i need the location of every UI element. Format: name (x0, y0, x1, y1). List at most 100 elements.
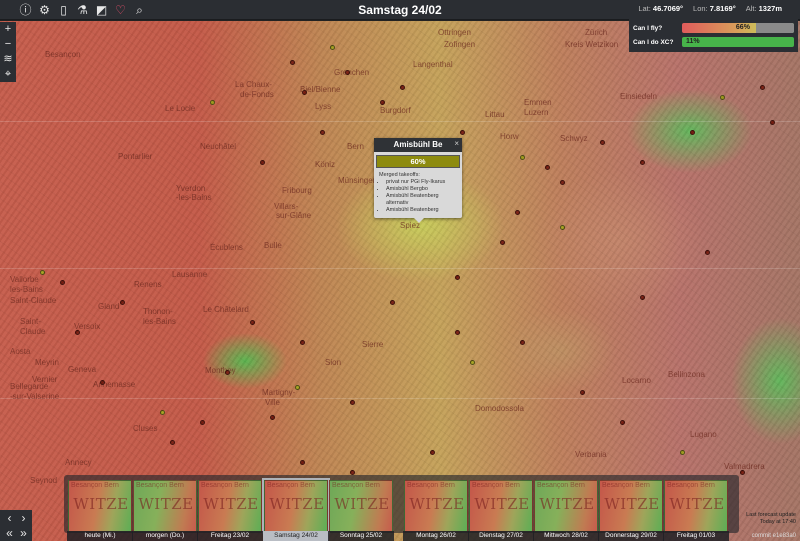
day-label[interactable]: morgen (Do.) (132, 531, 198, 541)
map-place-label: Cluses (133, 424, 158, 433)
day-thumbnail[interactable]: Besançon Bern WITZE (133, 480, 197, 532)
day-thumbnail[interactable]: Besançon Bern WITZE (469, 480, 533, 532)
takeoff-marker[interactable] (620, 420, 625, 425)
takeoff-marker[interactable] (760, 85, 765, 90)
takeoff-marker[interactable] (580, 390, 585, 395)
takeoff-marker[interactable] (260, 160, 265, 165)
map-place-label: Lyss (315, 102, 332, 111)
close-icon[interactable]: × (454, 139, 459, 148)
takeoff-marker[interactable] (345, 70, 350, 75)
takeoff-marker[interactable] (690, 130, 695, 135)
takeoff-marker[interactable] (40, 270, 45, 275)
chevron-right-icon[interactable]: › (16, 510, 31, 525)
takeoff-marker[interactable] (210, 100, 215, 105)
day-thumbnail[interactable]: Besançon Bern WITZE (262, 478, 330, 534)
map-place-label: La Chaux- (235, 80, 272, 89)
takeoff-marker[interactable] (470, 360, 475, 365)
takeoff-marker[interactable] (290, 60, 295, 65)
day-label[interactable]: Freitag 01/03 (663, 531, 729, 541)
day-thumbnail[interactable]: Besançon Bern WITZE (664, 480, 728, 532)
takeoff-marker[interactable] (520, 155, 525, 160)
takeoff-marker[interactable] (330, 45, 335, 50)
takeoff-marker[interactable] (320, 130, 325, 135)
map-place-label: Littau (485, 110, 505, 119)
zoom-in-icon[interactable]: + (1, 23, 15, 36)
takeoff-marker[interactable] (225, 370, 230, 375)
takeoff-marker[interactable] (560, 180, 565, 185)
takeoff-marker[interactable] (100, 380, 105, 385)
day-label[interactable]: Montag 26/02 (403, 531, 469, 541)
day-thumbnail[interactable]: Besançon Bern WITZE (68, 480, 132, 532)
takeoff-marker[interactable] (705, 250, 710, 255)
takeoff-marker[interactable] (75, 330, 80, 335)
takeoff-marker[interactable] (515, 210, 520, 215)
layers-icon[interactable]: ≋ (1, 53, 15, 66)
takeoff-marker[interactable] (400, 85, 405, 90)
takeoff-marker[interactable] (720, 95, 725, 100)
takeoff-marker[interactable] (600, 140, 605, 145)
takeoff-marker[interactable] (680, 450, 685, 455)
takeoff-marker[interactable] (302, 90, 307, 95)
day-label[interactable]: Mittwoch 28/02 (533, 531, 599, 541)
map-place-label: Langenthal (413, 60, 453, 69)
day-label[interactable]: Donnerstag 29/02 (598, 531, 664, 541)
takeoff-marker[interactable] (430, 450, 435, 455)
popup-pointer (414, 218, 424, 223)
day-label[interactable]: Freitag 23/02 (197, 531, 263, 541)
double-chevron-right-icon[interactable]: » (16, 525, 31, 540)
day-label[interactable]: Samstag 24/02 (263, 531, 329, 541)
takeoff-marker[interactable] (300, 340, 305, 345)
flask-icon[interactable]: ⚗ (75, 2, 90, 17)
takeoff-marker[interactable] (350, 400, 355, 405)
info-icon[interactable]: ⓘ (18, 2, 33, 17)
takeoff-marker[interactable] (500, 240, 505, 245)
day-label[interactable]: Sonntag 25/02 (328, 531, 394, 541)
takeoff-marker[interactable] (250, 320, 255, 325)
map-place-label: Ville (265, 398, 280, 407)
takeoff-marker[interactable] (560, 225, 565, 230)
thumbnail-watermark: WITZE (73, 495, 129, 513)
takeoff-marker[interactable] (455, 330, 460, 335)
chevron-left-icon[interactable]: ‹ (2, 510, 17, 525)
day-thumbnail[interactable]: Besançon Bern WITZE (329, 480, 393, 532)
search-icon[interactable]: ⌕ (132, 2, 147, 17)
thumbnail-map-text: Besançon Bern (407, 482, 455, 489)
takeoff-marker[interactable] (170, 440, 175, 445)
altitude: Alt: 1327m (746, 4, 782, 13)
day-label[interactable]: Dienstag 27/02 (468, 531, 534, 541)
rss-icon[interactable]: ◩ (94, 2, 109, 17)
takeoff-marker[interactable] (270, 415, 275, 420)
forecast-map[interactable]: Besançon Ottringen Zofingen Zürich Kreis Wet… (0, 21, 800, 541)
phone-icon[interactable]: ▯ (56, 2, 71, 17)
heart-icon[interactable]: ♡ (113, 2, 128, 17)
takeoff-marker[interactable] (640, 295, 645, 300)
takeoff-marker[interactable] (390, 300, 395, 305)
takeoff-marker[interactable] (455, 275, 460, 280)
map-place-label: Valmadrera (724, 462, 765, 471)
day-thumbnail[interactable]: Besançon Bern WITZE (198, 480, 262, 532)
takeoff-marker[interactable] (120, 300, 125, 305)
takeoff-marker[interactable] (300, 460, 305, 465)
takeoff-marker[interactable] (60, 280, 65, 285)
takeoff-marker[interactable] (640, 160, 645, 165)
takeoff-marker[interactable] (380, 100, 385, 105)
day-thumbnail[interactable]: Besançon Bern WITZE (404, 480, 468, 532)
map-place-label: Saint-Claude (10, 296, 57, 305)
latitude-label: Lat: (638, 4, 651, 13)
day-thumbnail[interactable]: Besançon Bern WITZE (599, 480, 663, 532)
zoom-out-icon[interactable]: − (1, 38, 15, 51)
takeoff-marker[interactable] (160, 410, 165, 415)
double-chevron-left-icon[interactable]: « (2, 525, 17, 540)
day-label[interactable]: heute (Mi.) (67, 531, 133, 541)
settings-icon[interactable]: ⚙ (37, 2, 52, 17)
takeoff-marker[interactable] (200, 420, 205, 425)
takeoff-marker[interactable] (520, 340, 525, 345)
takeoff-marker[interactable] (295, 385, 300, 390)
takeoff-marker[interactable] (545, 165, 550, 170)
takeoff-marker[interactable] (460, 130, 465, 135)
locate-icon[interactable]: ⌖ (1, 68, 15, 81)
day-thumbnail[interactable]: Besançon Bern WITZE (534, 480, 598, 532)
takeoff-marker[interactable] (770, 120, 775, 125)
map-place-label: Luzern (524, 108, 549, 117)
map-place-label: Domodossola (475, 404, 524, 413)
